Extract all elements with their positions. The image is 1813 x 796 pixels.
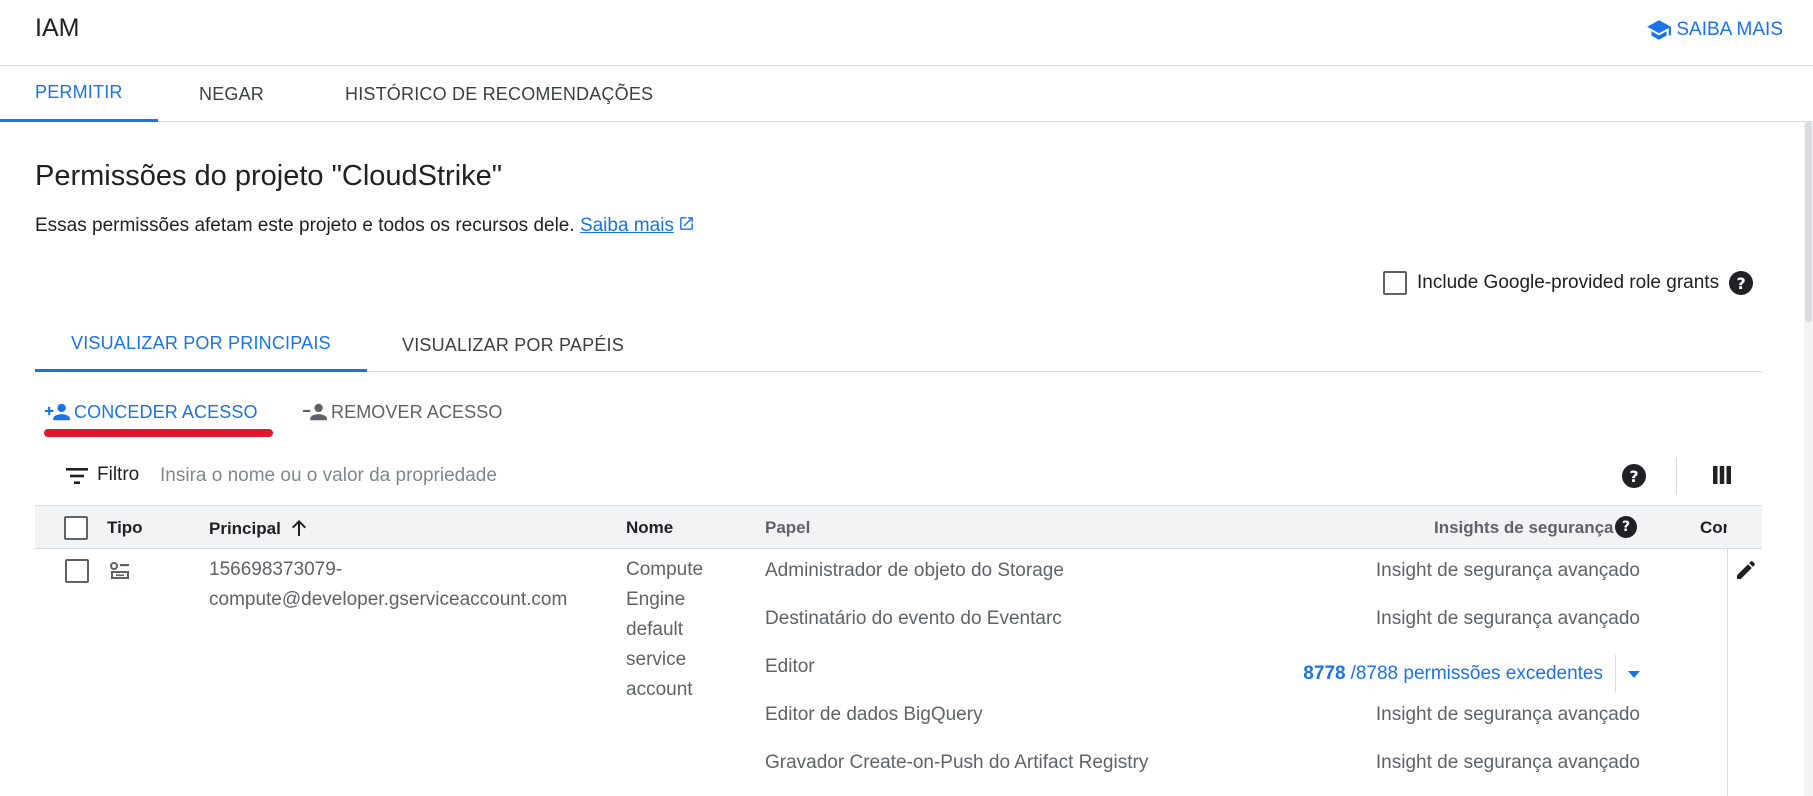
add-person-icon (45, 403, 70, 421)
header-type[interactable]: Tipo (107, 518, 143, 538)
filter-icon[interactable] (66, 467, 88, 485)
include-google-grants-checkbox[interactable] (1383, 271, 1407, 295)
name-line: Compute (626, 559, 704, 580)
name-line: service (626, 649, 687, 670)
insight-label[interactable]: Insight de segurança avançado (1376, 556, 1640, 586)
principal-line: 156698373079- (209, 559, 343, 580)
role-label: Administrador de objeto do Storage (765, 560, 1064, 581)
edit-icon[interactable] (1734, 558, 1758, 582)
service-account-icon (110, 562, 129, 579)
column-divider (1727, 549, 1728, 796)
scrollbar-thumb[interactable] (1805, 122, 1812, 322)
divider (1676, 458, 1677, 494)
remove-person-icon (303, 403, 327, 421)
name-line: Engine (626, 589, 686, 610)
filter-label: Filtro (97, 464, 140, 485)
role-label: Editor (765, 656, 815, 677)
tab-view-roles[interactable]: VISUALIZAR POR PAPÉIS (402, 318, 624, 372)
excess-permissions[interactable]: 8778 /8788 permissões excedentes (1303, 655, 1640, 693)
select-all-checkbox[interactable] (64, 516, 88, 540)
grant-access-button[interactable]: CONCEDER ACESSO (45, 396, 258, 428)
principal-email: 156698373079- compute@developer.gservice… (209, 555, 567, 615)
learn-more-button[interactable]: SAIBA MAIS (1646, 17, 1783, 43)
help-icon[interactable]: ? (1729, 271, 1754, 295)
annotation-underline (44, 429, 273, 437)
row-checkbox[interactable] (65, 559, 89, 583)
tab-historico[interactable]: HISTÓRICO DE RECOMENDAÇÕES (310, 66, 688, 122)
insight-label[interactable]: Insight de segurança avançado (1376, 748, 1640, 778)
tab-negar[interactable]: NEGAR (164, 66, 299, 122)
divider (1615, 655, 1616, 693)
role-label: Destinatário do evento do Eventarc (765, 608, 1062, 629)
external-link-icon[interactable] (678, 215, 695, 232)
learn-more-link[interactable]: Saiba mais (580, 215, 674, 236)
filter-help-icon[interactable]: ? (1622, 464, 1646, 488)
school-icon (1647, 20, 1672, 40)
header-condition[interactable]: Cor (1700, 518, 1727, 538)
insight-label[interactable]: Insight de segurança avançado (1376, 700, 1640, 730)
tab-permitir[interactable]: PERMITIR (0, 66, 158, 122)
insights-help-icon[interactable]: ? (1615, 516, 1637, 538)
header-insights[interactable]: Insights de segurança (1434, 518, 1614, 538)
columns-icon[interactable] (1712, 465, 1732, 485)
remove-access-button[interactable]: REMOVER ACESSO (302, 396, 502, 428)
header-principal-label: Principal (209, 519, 281, 538)
table-header: Tipo Principal Nome Papel Insights de se… (35, 505, 1762, 549)
learn-more-label: SAIBA MAIS (1676, 19, 1783, 40)
principal-line: compute@developer.gserviceaccount.com (209, 589, 568, 610)
page-description: Essas permissões afetam este projeto e t… (35, 215, 695, 237)
include-google-grants: Include Google-provided role grants ? (1383, 271, 1754, 295)
role-label: Editor de dados BigQuery (765, 704, 983, 725)
tab-view-principals[interactable]: VISUALIZAR POR PRINCIPAIS (35, 318, 367, 372)
top-bar: IAM SAIBA MAIS (0, 0, 1813, 66)
remove-access-label: REMOVER ACESSO (331, 401, 503, 422)
main-tabs: PERMITIR NEGAR HISTÓRICO DE RECOMENDAÇÕE… (0, 66, 1813, 122)
filter-bar: Filtro ? (35, 450, 1762, 502)
learn-more-link-label: Saiba mais (579, 215, 674, 236)
principal-name: Compute Engine default service account (626, 555, 703, 705)
header-name[interactable]: Nome (626, 518, 673, 538)
name-line: default (626, 619, 684, 640)
insight-label[interactable]: Insight de segurança avançado (1376, 604, 1640, 634)
view-tabs: VISUALIZAR POR PRINCIPAIS VISUALIZAR POR… (35, 318, 1762, 372)
name-line: account (626, 679, 693, 700)
filter-input[interactable] (160, 461, 1060, 491)
chevron-down-icon[interactable] (1628, 670, 1640, 678)
excess-count: 8778 (1303, 663, 1346, 684)
app-title: IAM (35, 14, 80, 42)
include-google-grants-label: Include Google-provided role grants (1417, 272, 1720, 293)
header-principal[interactable]: Principal (209, 518, 309, 539)
role-label: Gravador Create-on-Push do Artifact Regi… (765, 752, 1149, 773)
sort-ascending-icon[interactable] (289, 518, 309, 538)
excess-text: /8788 permissões excedentes (1350, 663, 1603, 684)
page-title: Permissões do projeto "CloudStrike" (35, 160, 503, 192)
grant-access-label: CONCEDER ACESSO (74, 401, 258, 422)
header-role[interactable]: Papel (765, 518, 810, 538)
description-text: Essas permissões afetam este projeto e t… (35, 215, 575, 236)
